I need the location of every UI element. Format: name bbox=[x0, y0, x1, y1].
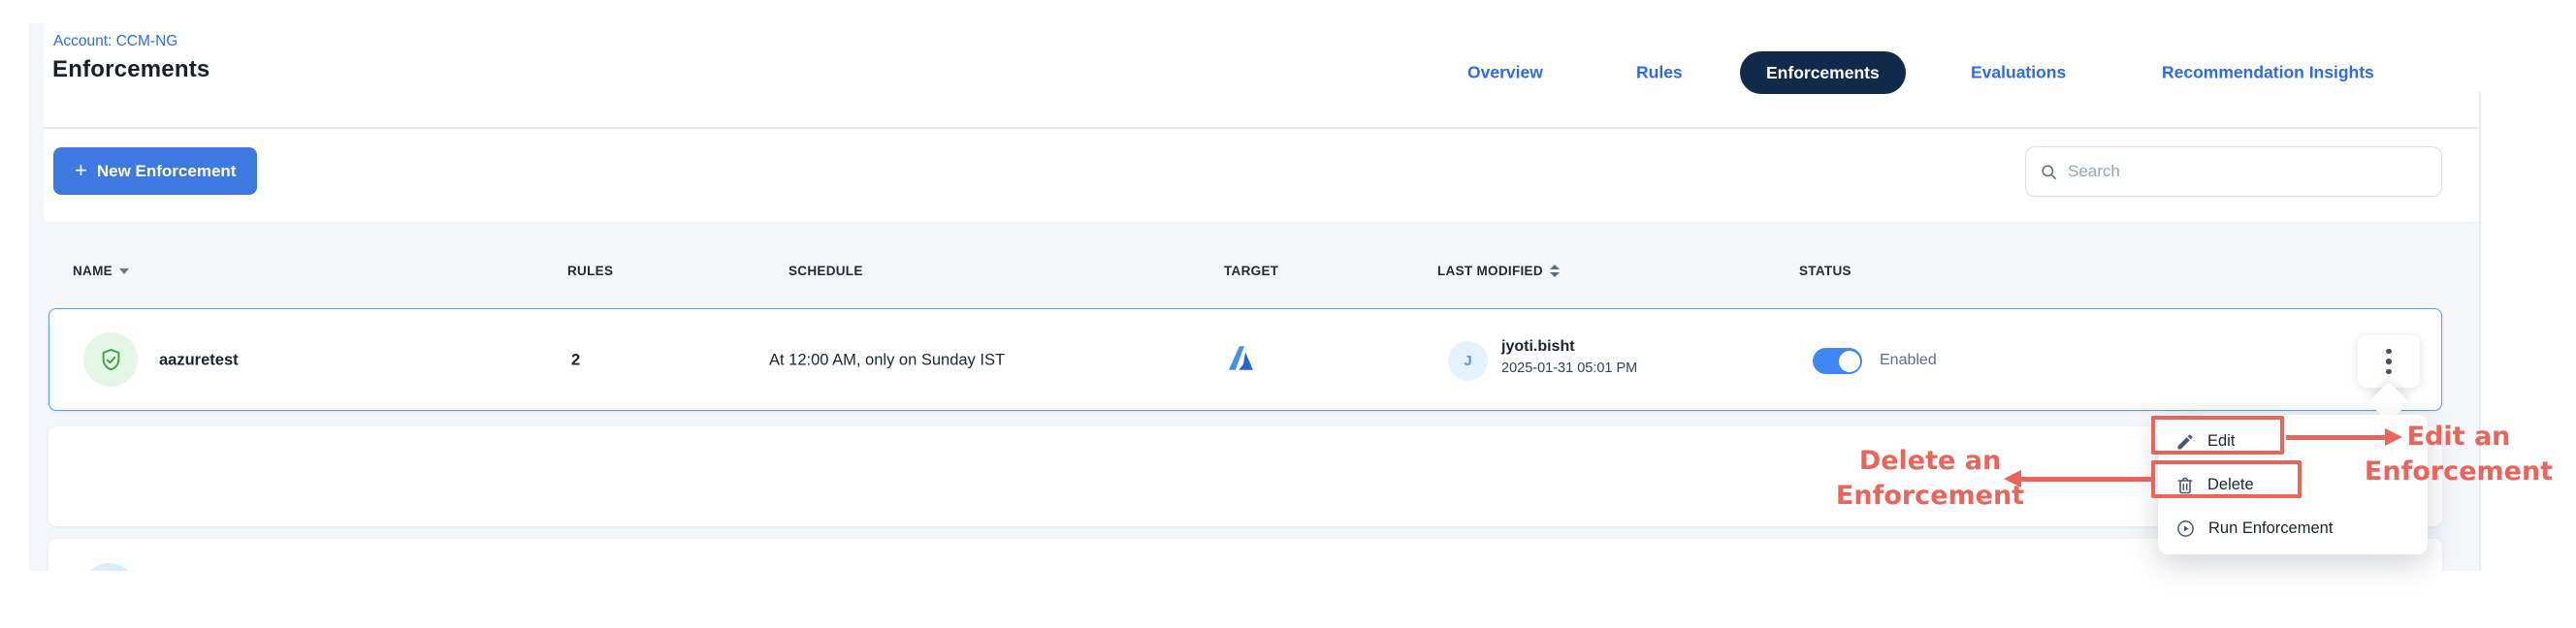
avatar: J bbox=[1448, 341, 1488, 381]
schedule-text: At 12:00 AM, only on Sunday IST bbox=[769, 352, 1005, 370]
status-label: Enabled bbox=[1880, 352, 1937, 369]
tab-enforcements[interactable]: Enforcements bbox=[1740, 51, 1906, 94]
new-enforcement-button[interactable]: + New Enforcement bbox=[53, 147, 257, 195]
tab-recommendation-insights[interactable]: Recommendation Insights bbox=[2162, 63, 2374, 83]
modified-by: jyoti.bisht bbox=[1501, 338, 1637, 356]
delete-highlight-box bbox=[2151, 460, 2302, 498]
column-header-schedule: SCHEDULE bbox=[789, 264, 863, 278]
play-circle-icon bbox=[2175, 518, 2196, 539]
delete-annotation-text: Delete an Enforcement bbox=[1823, 444, 2037, 514]
column-header-status: STATUS bbox=[1799, 264, 1852, 278]
menu-item-label: Run Enforcement bbox=[2208, 519, 2333, 538]
search-icon bbox=[2040, 163, 2058, 181]
new-enforcement-label: New Enforcement bbox=[97, 162, 237, 181]
delete-arrow bbox=[2020, 477, 2152, 482]
tab-overview[interactable]: Overview bbox=[1467, 63, 1543, 83]
sort-desc-icon bbox=[119, 268, 129, 274]
page-title: Enforcements bbox=[52, 56, 209, 83]
enforcement-type-badge bbox=[83, 332, 138, 387]
enforcement-name[interactable]: aazuretest bbox=[159, 352, 239, 370]
header-divider bbox=[44, 127, 2479, 129]
toggle-knob bbox=[1839, 351, 1860, 372]
table-row[interactable]: aazuretest 2 At 12:00 AM, only on Sunday… bbox=[48, 308, 2442, 411]
tab-rules[interactable]: Rules bbox=[1636, 63, 1683, 83]
status-toggle[interactable] bbox=[1813, 348, 1862, 374]
bottom-white-crop bbox=[0, 571, 2576, 628]
plus-icon: + bbox=[75, 160, 87, 181]
azure-icon bbox=[1226, 343, 1256, 373]
column-header-rules: RULES bbox=[567, 264, 613, 278]
target-cell bbox=[1226, 343, 1256, 378]
right-section-divider bbox=[2479, 92, 2481, 628]
sort-both-icon bbox=[1550, 265, 1560, 277]
modified-at: 2025-01-31 05:01 PM bbox=[1501, 361, 1637, 376]
tab-evaluations[interactable]: Evaluations bbox=[1971, 63, 2066, 83]
menu-item-run-enforcement[interactable]: Run Enforcement bbox=[2158, 507, 2428, 550]
search-input[interactable] bbox=[2068, 162, 2428, 181]
shield-check-icon bbox=[98, 347, 124, 373]
row-actions-menu-button[interactable] bbox=[2358, 335, 2420, 388]
column-header-last-modified[interactable]: LAST MODIFIED bbox=[1437, 264, 1560, 278]
edit-annotation-text: Edit an Enforcement bbox=[2352, 420, 2565, 489]
search-box[interactable] bbox=[2025, 146, 2442, 197]
last-modified-cell: jyoti.bisht 2025-01-31 05:01 PM bbox=[1501, 338, 1637, 376]
enforcements-page: Account: CCM-NG Enforcements Overview Ru… bbox=[0, 0, 2576, 628]
rules-count: 2 bbox=[571, 352, 580, 370]
left-gutter bbox=[29, 23, 44, 628]
edit-highlight-box bbox=[2151, 416, 2284, 455]
column-header-name[interactable]: NAME bbox=[73, 264, 129, 278]
kebab-icon bbox=[2386, 349, 2392, 355]
column-header-target: TARGET bbox=[1224, 264, 1278, 278]
account-breadcrumb[interactable]: Account: CCM-NG bbox=[53, 33, 177, 50]
